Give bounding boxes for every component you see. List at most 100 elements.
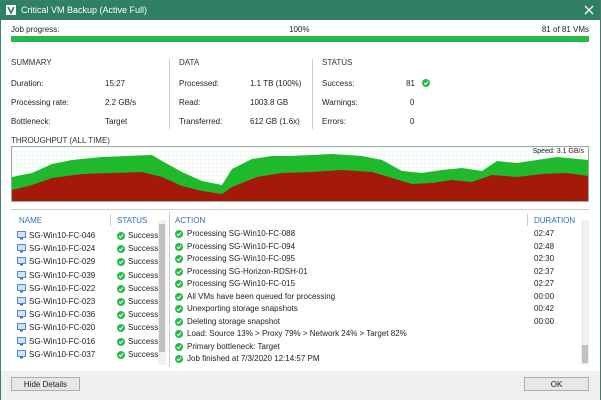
vm-row[interactable]: SG-Win10-FC-039 Success xyxy=(11,270,159,282)
hide-details-button[interactable]: Hide Details xyxy=(11,377,80,391)
status-title: STATUS xyxy=(322,58,353,67)
vm-name: SG-Win10-FC-016 xyxy=(29,336,96,346)
transferred-value: 612 GB (1.6x) xyxy=(250,117,300,126)
vm-status: Success xyxy=(128,270,159,280)
action-text: Processing SG-Horizon-RDSH-01 xyxy=(187,266,308,276)
action-text: Processing SG-Win10-FC-095 xyxy=(187,254,296,263)
check-circle-icon xyxy=(175,292,183,301)
vm-row[interactable]: SG-Win10-FC-029 Success xyxy=(11,256,159,268)
vm-icon xyxy=(17,310,26,319)
throughput-chart: Speed: 3.1 GB/s xyxy=(11,146,589,202)
vm-name: SG-Win10-FC-022 xyxy=(29,283,96,293)
lists-top-divider xyxy=(11,209,589,210)
vm-row[interactable]: SG-Win10-FC-022 Success xyxy=(11,283,158,295)
check-circle-icon xyxy=(117,284,125,293)
button-bar: Hide Details OK xyxy=(1,371,600,400)
vm-status: Success xyxy=(128,244,159,254)
throughput-title: THROUGHPUT (ALL TIME) xyxy=(11,136,110,145)
errors-label: Errors: xyxy=(322,117,346,126)
vm-name: SG-Win10-FC-046 xyxy=(29,231,96,240)
action-column-header[interactable]: ACTION xyxy=(175,216,205,225)
title-bar[interactable]: Critical VM Backup (Active Full) xyxy=(1,1,600,20)
vm-list-panel[interactable]: NAME STATUS SG-Win10-FC-046 Success SG-Win… xyxy=(11,212,168,367)
duration-column-header[interactable]: DURATION xyxy=(534,216,575,225)
vm-row[interactable]: SG-Win10-FC-020 Success xyxy=(11,322,159,334)
action-row[interactable]: Deleting storage snapshot 00:00 xyxy=(171,316,576,328)
warnings-value: 0 xyxy=(410,98,415,107)
job-progress-count: 81 of 81 VMs xyxy=(541,25,589,34)
action-row[interactable]: Unexporting storage snapshots 00:42 xyxy=(171,303,576,315)
close-icon[interactable] xyxy=(583,4,595,16)
vm-name: SG-Win10-FC-036 xyxy=(29,310,96,320)
vm-icon xyxy=(17,349,26,359)
processing-rate-value: 2.2 GB/s xyxy=(105,98,137,107)
check-circle-icon xyxy=(117,337,125,346)
action-row[interactable]: Processing SG-Win10-FC-094 02:48 xyxy=(171,241,576,253)
vm-status: Success xyxy=(128,323,159,333)
vm-row[interactable]: SG-Win10-FC-036 Success xyxy=(11,309,158,321)
vm-row[interactable]: SG-Win10-FC-046 Success xyxy=(11,230,159,242)
action-duration: 02:37 xyxy=(534,266,555,276)
read-label: Read: xyxy=(179,98,201,107)
duration-label: Duration: xyxy=(11,79,44,88)
action-row[interactable]: Load: Source 13% > Proxy 79% > Network 2… xyxy=(171,328,576,340)
vm-icon xyxy=(17,270,26,280)
status-column-header[interactable]: STATUS xyxy=(117,216,147,225)
ok-button[interactable]: OK xyxy=(524,377,589,391)
bottleneck-label: Bottleneck: xyxy=(11,117,51,126)
job-progress-percent: 100% xyxy=(289,25,310,34)
vm-row[interactable]: SG-Win10-FC-016 Success xyxy=(11,336,158,348)
action-text: Load: Source 13% > Proxy 79% > Network 2… xyxy=(187,329,407,338)
vm-status: Success xyxy=(128,349,159,359)
job-progress-label: Job progress: xyxy=(11,25,60,34)
success-label: Success: xyxy=(322,79,355,88)
vm-list-scrollbar[interactable] xyxy=(158,220,166,365)
vm-row[interactable]: SG-Win10-FC-024 Success xyxy=(11,243,159,255)
action-row[interactable]: Processing SG-Win10-FC-015 02:27 xyxy=(171,278,576,290)
check-circle-icon xyxy=(175,230,183,238)
action-row[interactable]: Job finished at 7/3/2020 12:14:57 PM xyxy=(171,353,576,365)
vm-status: Success xyxy=(128,231,159,240)
vm-icon xyxy=(17,231,26,240)
check-circle-icon xyxy=(117,258,125,267)
job-progress-fill xyxy=(11,36,589,42)
vm-row[interactable]: SG-Win10-FC-037 Success xyxy=(11,349,159,361)
vm-name: SG-Win10-FC-039 xyxy=(29,270,96,280)
action-list-scroll-thumb[interactable] xyxy=(582,345,588,363)
action-text: Unexporting storage snapshots xyxy=(187,304,298,313)
vm-icon xyxy=(17,323,26,332)
action-duration: 02:27 xyxy=(534,279,555,288)
check-circle-icon xyxy=(175,355,183,363)
success-value: 81 xyxy=(406,79,415,88)
vm-name: SG-Win10-FC-023 xyxy=(29,297,96,306)
summary-divider xyxy=(169,59,170,129)
action-row[interactable]: Primary bottleneck: Target xyxy=(171,341,576,353)
vm-list-scroll-thumb[interactable] xyxy=(159,224,165,352)
errors-value: 0 xyxy=(410,117,415,126)
warnings-label: Warnings: xyxy=(322,98,358,107)
vm-row[interactable]: SG-Win10-FC-023 Success xyxy=(11,296,158,308)
check-circle-icon xyxy=(175,280,183,288)
action-duration: 02:48 xyxy=(534,241,555,251)
check-circle-icon xyxy=(175,317,183,326)
check-circle-icon xyxy=(117,350,125,359)
action-list-scrollbar[interactable] xyxy=(581,220,589,365)
action-row[interactable]: All VMs have been queued for processing 0… xyxy=(171,291,576,303)
duration-value: 15:27 xyxy=(105,79,126,88)
vm-status: Success xyxy=(128,257,159,267)
read-value: 1003.8 GB xyxy=(250,98,289,107)
action-row[interactable]: Processing SG-Win10-FC-088 02:47 xyxy=(171,228,576,240)
action-text: All VMs have been queued for processing xyxy=(187,291,336,301)
processing-rate-label: Processing rate: xyxy=(11,98,69,107)
action-list-panel[interactable]: ACTION DURATION Processing SG-Win10-FC-0… xyxy=(171,212,591,367)
name-column-header[interactable]: NAME xyxy=(19,216,42,225)
vm-name: SG-Win10-FC-020 xyxy=(29,323,96,333)
transferred-label: Transferred: xyxy=(179,117,223,126)
action-row[interactable]: Processing SG-Win10-FC-095 02:30 xyxy=(171,253,576,265)
vm-name: SG-Win10-FC-024 xyxy=(29,244,96,254)
check-circle-icon xyxy=(117,232,125,240)
check-circle-icon xyxy=(175,255,183,263)
window-title: Critical VM Backup (Active Full) xyxy=(21,5,148,15)
vm-icon xyxy=(17,257,26,266)
action-row[interactable]: Processing SG-Horizon-RDSH-01 02:37 xyxy=(171,266,576,278)
